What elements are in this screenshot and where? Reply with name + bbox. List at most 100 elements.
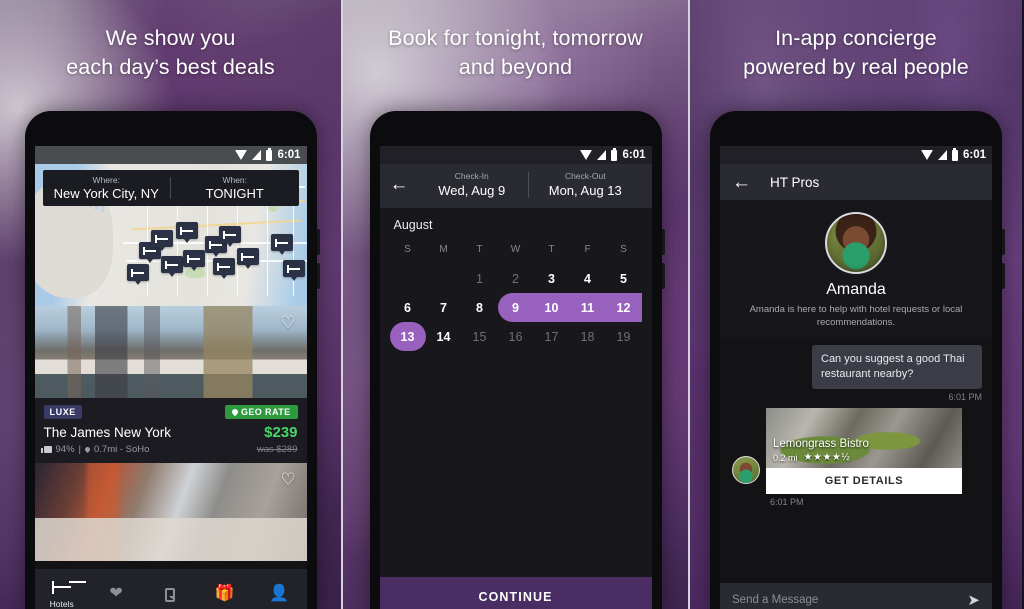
location-pin-icon: [230, 407, 240, 417]
calendar-day[interactable]: 1: [462, 264, 498, 293]
checkout-cell[interactable]: Check-Out Mon, Aug 13: [529, 170, 642, 199]
hotel-photo[interactable]: ♡: [34, 306, 307, 398]
phone-deals-icon: [165, 588, 176, 602]
calendar-day[interactable]: 8: [462, 293, 498, 322]
volume-up-button[interactable]: [1002, 229, 1005, 255]
status-time: 6:01: [962, 149, 986, 161]
location-pin-icon: [83, 445, 92, 454]
volume-down-button[interactable]: [316, 263, 320, 289]
volume-up-button[interactable]: [316, 229, 320, 255]
heart-icon: ❤: [109, 585, 123, 602]
map-pin-hotel[interactable]: [182, 250, 205, 271]
calendar-day[interactable]: 11: [569, 293, 606, 322]
volume-down-button[interactable]: [661, 263, 665, 289]
search-summary-bar[interactable]: Where: New York City, NY When: TONIGHT: [42, 170, 299, 206]
calendar-day[interactable]: 7: [426, 293, 462, 322]
calendar-weekday: S: [620, 244, 627, 255]
avatar: [825, 212, 887, 274]
sidebar-item-gifts[interactable]: 🎁: [201, 585, 249, 603]
sidebar-item-deals[interactable]: [146, 586, 194, 602]
calendar-weekday: M: [439, 244, 448, 255]
calendar-day[interactable]: 18: [570, 322, 606, 351]
panel-concierge: In-app concierge powered by real people …: [690, 0, 1022, 609]
divider: |: [78, 444, 81, 455]
calendar-day-number: 14: [436, 329, 451, 344]
volume-up-button[interactable]: [661, 229, 665, 255]
calendar-day[interactable]: 12: [605, 293, 642, 322]
panel-calendar: Book for tonight, tomorrow and beyond 6:…: [341, 0, 690, 609]
when-cell[interactable]: When: TONIGHT: [171, 175, 299, 201]
calendar-day[interactable]: 9: [497, 293, 534, 322]
chat-message-outgoing: Can you suggest a good Thai restaurant n…: [812, 345, 982, 389]
calendar-day[interactable]: 13: [389, 322, 426, 351]
map-pin-hotel[interactable]: [282, 260, 305, 281]
battery-icon: [611, 147, 618, 161]
agent-name: Amanda: [826, 281, 886, 298]
message-input[interactable]: Send a Message: [732, 594, 967, 606]
calendar-day[interactable]: 16: [498, 322, 534, 351]
map-pin-hotel[interactable]: [212, 258, 235, 279]
map-pin-hotel[interactable]: [160, 256, 183, 277]
status-bar: 6:01: [720, 146, 992, 164]
agent-header: Amanda Amanda is here to help with hotel…: [720, 200, 992, 337]
get-details-button[interactable]: GET DETAILS: [766, 468, 962, 494]
hotel-photo-2[interactable]: ♡: [34, 463, 307, 561]
calendar-day[interactable]: 6: [390, 293, 426, 322]
calendar-day[interactable]: 2: [498, 264, 534, 293]
calendar-weekday: F: [584, 244, 591, 255]
sidebar-item-profile[interactable]: 👤: [255, 585, 303, 603]
map-pin-hotel[interactable]: [236, 248, 259, 269]
calendar-day[interactable]: 15: [462, 322, 498, 351]
continue-button[interactable]: CONTINUE: [379, 577, 652, 609]
map-pin-hotel[interactable]: [218, 226, 241, 247]
calendar-day[interactable]: 17: [534, 322, 570, 351]
calendar-day-blank: [390, 264, 426, 293]
message-composer[interactable]: Send a Message ➤: [720, 583, 992, 609]
where-cell[interactable]: Where: New York City, NY: [43, 175, 171, 201]
map-pin-hotel[interactable]: [126, 264, 149, 285]
phone-mockup-deals: 6:01 Where: New York City, NY When: TONI…: [24, 111, 320, 609]
phone-screen-calendar: 6:01 ← Check-In Wed, Aug 9 Check-Out Mon…: [379, 146, 652, 609]
calendar-weekday: W: [510, 244, 521, 255]
date-range-bar: ← Check-In Wed, Aug 9 Check-Out Mon, Aug…: [379, 164, 652, 208]
calendar-day-number: 10: [544, 300, 559, 315]
profile-icon: 👤: [269, 585, 290, 602]
send-icon[interactable]: ➤: [967, 591, 980, 609]
back-arrow-icon[interactable]: ←: [390, 175, 416, 194]
volume-down-button[interactable]: [1002, 263, 1005, 289]
map-pin-hotel[interactable]: [270, 234, 293, 255]
calendar-day[interactable]: 4: [570, 264, 606, 293]
hotel-card[interactable]: ♡ LUXE GEO RATE The James New York $239 …: [34, 306, 307, 463]
panel-deals: We show you each day’s best deals 6:01 W…: [0, 0, 341, 609]
calendar-day[interactable]: 5: [606, 264, 642, 293]
panel-headline: Book for tonight, tomorrow and beyond: [343, 24, 688, 82]
bed-pin-icon: [165, 260, 178, 269]
calendar-day[interactable]: 14: [426, 322, 462, 351]
bed-pin-icon: [223, 230, 236, 239]
heart-icon[interactable]: ♡: [281, 314, 298, 331]
bed-pin-icon: [180, 226, 193, 235]
bed-pin-icon: [217, 262, 230, 271]
map-view[interactable]: Where: New York City, NY When: TONIGHT: [34, 164, 307, 306]
hotel-name: The James New York: [43, 425, 172, 440]
calendar-day[interactable]: 3: [534, 264, 570, 293]
calendar-day[interactable]: 19: [606, 322, 642, 351]
checkin-label: Check-In: [454, 171, 489, 181]
calendar-day[interactable]: 10: [533, 293, 570, 322]
back-arrow-icon[interactable]: ←: [732, 173, 758, 192]
sidebar-item-hotels[interactable]: Hotels: [38, 579, 86, 609]
map-pin-hotel[interactable]: [175, 222, 198, 243]
calendar-day-number: 4: [584, 271, 591, 286]
thumbs-up-icon: [40, 446, 52, 453]
when-label: When:: [222, 175, 248, 185]
sidebar-item-favorites[interactable]: ❤: [92, 585, 140, 603]
heart-icon[interactable]: ♡: [281, 471, 298, 488]
headline-line-1: Book for tonight, tomorrow: [388, 26, 643, 50]
restaurant-card[interactable]: Lemongrass Bistro 0.2 mi ★★★★½ GET DETAI…: [732, 408, 962, 494]
status-bar: 6:01: [379, 146, 652, 164]
hotel-card-2[interactable]: ♡: [34, 463, 307, 561]
wifi-icon: [235, 150, 248, 160]
checkin-cell[interactable]: Check-In Wed, Aug 9: [416, 170, 529, 199]
calendar-day-number: 18: [580, 329, 595, 344]
map-pin-hotel[interactable]: [150, 230, 173, 251]
